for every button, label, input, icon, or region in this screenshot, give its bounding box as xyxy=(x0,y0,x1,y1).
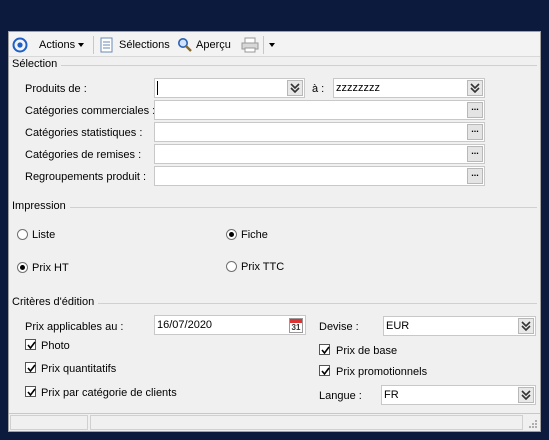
selection-group-title: Sélection xyxy=(12,58,62,70)
status-bar xyxy=(9,413,540,431)
selections-button[interactable]: Sélections xyxy=(100,36,170,54)
document-icon xyxy=(100,37,113,53)
language-combo[interactable]: FR xyxy=(381,385,536,405)
currency-value: EUR xyxy=(386,320,410,332)
actions-menu-button[interactable]: Actions xyxy=(39,36,85,54)
commercial-categories-label: Catégories commerciales : xyxy=(25,105,156,117)
checkmark-icon xyxy=(321,367,330,376)
prix-ttc-label[interactable]: Prix TTC xyxy=(241,261,284,273)
print-products-window: Actions Sélections Aperçu Sélection Prod… xyxy=(8,31,541,432)
prices-applicable-label: Prix applicables au : xyxy=(25,321,124,333)
impression-group-line xyxy=(12,207,537,208)
liste-radio[interactable] xyxy=(17,229,28,240)
language-value: FR xyxy=(384,389,399,401)
double-chevron-down-icon[interactable] xyxy=(287,80,303,96)
toolbar: Actions Sélections Aperçu xyxy=(9,32,540,57)
photo-label[interactable]: Photo xyxy=(41,340,70,352)
target-icon[interactable] xyxy=(12,36,28,54)
products-from-combo[interactable] xyxy=(154,78,305,98)
print-dropdown-button[interactable] xyxy=(266,36,275,54)
chevron-down-icon xyxy=(269,43,275,47)
promo-prices-checkbox[interactable] xyxy=(319,365,330,376)
quantity-prices-label[interactable]: Prix quantitatifs xyxy=(41,363,116,375)
status-cell xyxy=(10,415,88,430)
statistical-categories-field[interactable]: ... xyxy=(154,122,485,142)
product-groupings-field[interactable]: ... xyxy=(154,166,485,186)
products-to-combo[interactable]: zzzzzzzz xyxy=(333,78,485,98)
toolbar-separator xyxy=(93,36,94,54)
toolbar-separator xyxy=(263,36,264,54)
base-price-label[interactable]: Prix de base xyxy=(336,345,397,357)
checkmark-icon xyxy=(321,346,330,355)
date-field[interactable]: 16/07/2020 31 xyxy=(154,315,306,335)
double-chevron-down-icon[interactable] xyxy=(467,80,483,96)
products-to-value: zzzzzzzz xyxy=(336,82,380,94)
language-label: Langue : xyxy=(319,390,362,402)
double-chevron-down-icon[interactable] xyxy=(518,318,534,334)
calendar-icon[interactable]: 31 xyxy=(289,318,303,333)
double-chevron-down-icon[interactable] xyxy=(518,387,534,403)
currency-label: Devise : xyxy=(319,321,359,333)
chevron-down-icon xyxy=(78,43,85,47)
ellipsis-button[interactable]: ... xyxy=(467,124,483,140)
ellipsis-button[interactable]: ... xyxy=(467,146,483,162)
selections-label: Sélections xyxy=(119,39,170,51)
checkmark-icon xyxy=(27,341,36,350)
criteria-group-title: Critères d'édition xyxy=(12,296,99,308)
preview-label: Aperçu xyxy=(196,39,231,51)
product-groupings-label: Regroupements produit : xyxy=(25,171,147,183)
liste-label[interactable]: Liste xyxy=(32,229,55,241)
printer-icon xyxy=(241,37,259,53)
ellipsis-button[interactable]: ... xyxy=(467,102,483,118)
status-cell xyxy=(90,415,523,430)
selection-group-line xyxy=(12,65,537,66)
client-category-prices-label[interactable]: Prix par catégorie de clients xyxy=(41,387,177,399)
checkmark-icon xyxy=(27,364,36,373)
prix-ttc-radio[interactable] xyxy=(226,261,237,272)
ellipsis-button[interactable]: ... xyxy=(467,168,483,184)
magnifier-icon xyxy=(178,38,192,52)
photo-checkbox[interactable] xyxy=(25,339,36,350)
client-category-prices-checkbox[interactable] xyxy=(25,386,36,397)
calendar-day: 31 xyxy=(291,323,301,332)
products-to-label: à : xyxy=(312,83,325,95)
impression-group-title: Impression xyxy=(12,200,70,212)
date-value: 16/07/2020 xyxy=(157,319,213,331)
statistical-categories-label: Catégories statistiques : xyxy=(25,127,143,139)
text-caret xyxy=(157,81,158,95)
products-from-label: Produits de : xyxy=(25,83,87,95)
preview-button[interactable]: Aperçu xyxy=(177,36,231,54)
base-price-checkbox[interactable] xyxy=(319,344,330,355)
checkmark-icon xyxy=(27,388,36,397)
prix-ht-radio[interactable] xyxy=(17,262,28,273)
actions-label: Actions xyxy=(39,39,76,51)
commercial-categories-field[interactable]: ... xyxy=(154,100,485,120)
promo-prices-label[interactable]: Prix promotionnels xyxy=(336,366,427,378)
currency-combo[interactable]: EUR xyxy=(383,316,536,336)
print-button[interactable] xyxy=(241,36,259,54)
discount-categories-field[interactable]: ... xyxy=(154,144,485,164)
prix-ht-label[interactable]: Prix HT xyxy=(32,262,69,274)
quantity-prices-checkbox[interactable] xyxy=(25,362,36,373)
fiche-label[interactable]: Fiche xyxy=(241,229,268,241)
fiche-radio[interactable] xyxy=(226,229,237,240)
discount-categories-label: Catégories de remises : xyxy=(25,149,142,161)
resize-grip-icon[interactable] xyxy=(528,419,538,429)
